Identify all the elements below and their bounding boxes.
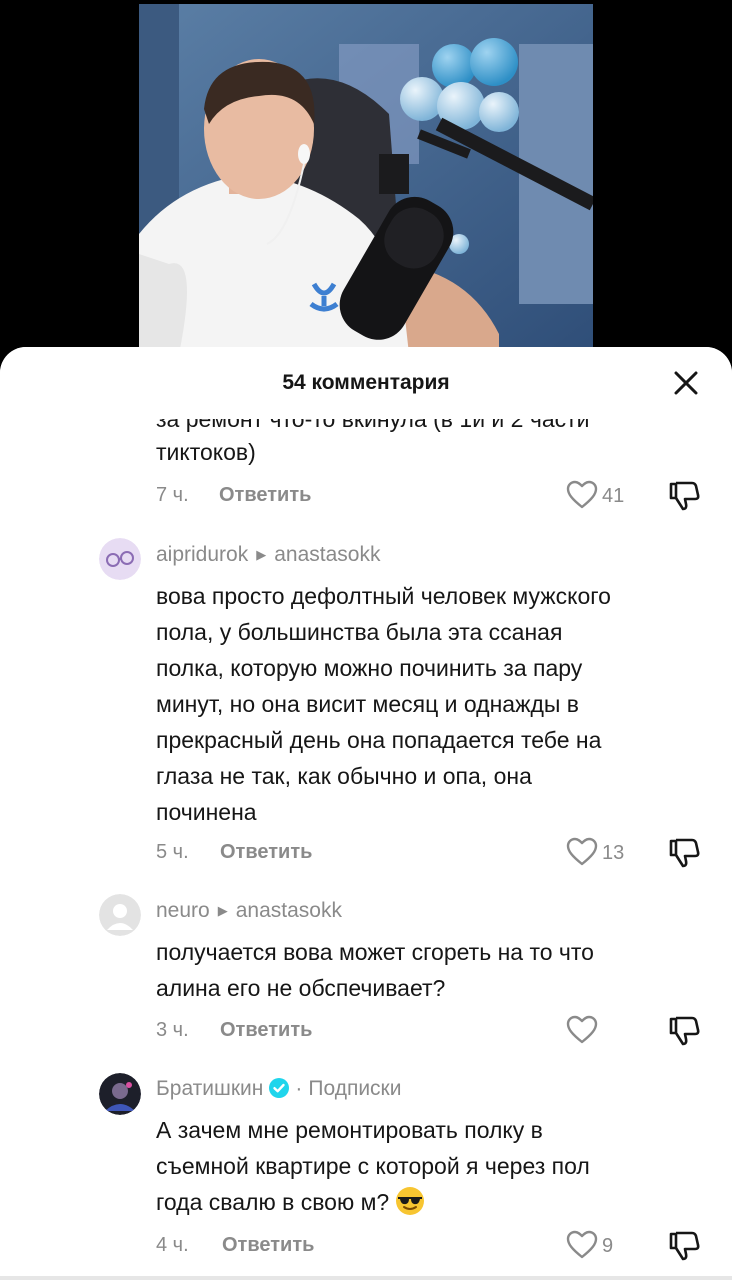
- avatar-photo: [99, 1073, 141, 1115]
- like-button[interactable]: [566, 480, 598, 510]
- comment-text: А зачем мне ремонтировать полку в съемно…: [156, 1117, 590, 1216]
- comment-username[interactable]: aipridurok: [156, 543, 248, 566]
- comment-time: 5 ч.: [156, 841, 189, 863]
- comment-header: Братишкин · Подписки: [156, 1077, 401, 1101]
- heart-icon: [566, 1015, 598, 1044]
- relation-label: Подписки: [308, 1077, 402, 1100]
- comments-header: 54 комментария: [0, 347, 732, 419]
- comment-text: вова просто дефолтный человек мужского п…: [156, 583, 611, 825]
- close-button[interactable]: [672, 369, 700, 397]
- heart-icon: [566, 837, 598, 866]
- reply-button[interactable]: Ответить: [219, 484, 311, 507]
- separator-dot: ·: [295, 1077, 303, 1100]
- default-avatar-icon: [99, 894, 141, 936]
- dislike-button[interactable]: [668, 1015, 702, 1047]
- dislike-button[interactable]: [668, 480, 702, 512]
- comment-meta: 3 ч. Ответить: [156, 1015, 716, 1047]
- heart-icon: [566, 1230, 598, 1259]
- like-count: 9: [602, 1235, 614, 1257]
- comment-meta: 7 ч. Ответить 41: [156, 480, 716, 512]
- avatar[interactable]: [99, 1073, 141, 1115]
- close-icon: [674, 371, 698, 395]
- reply-to-username[interactable]: anastasokk: [236, 899, 342, 922]
- reply-button[interactable]: Ответить: [220, 1019, 312, 1042]
- comment-header: aipridurok ▶ anastasokk: [156, 543, 380, 567]
- video-frame-image: [139, 4, 593, 354]
- avatar[interactable]: [99, 894, 141, 936]
- comments-count-title: 54 комментария: [282, 371, 450, 394]
- reply-arrow-icon: ▶: [256, 547, 267, 562]
- comment-time: 3 ч.: [156, 1019, 189, 1041]
- like-count: 13: [602, 842, 625, 864]
- dislike-button[interactable]: [668, 1230, 702, 1262]
- like-button[interactable]: [566, 1015, 598, 1045]
- reply-button[interactable]: Ответить: [220, 841, 312, 864]
- video-player[interactable]: [139, 4, 593, 354]
- bottom-divider: [0, 1276, 732, 1280]
- thumbs-down-icon: [669, 1231, 700, 1261]
- like-button[interactable]: [566, 837, 598, 867]
- comment-meta: 4 ч. Ответить 9: [156, 1230, 716, 1262]
- thumbs-down-icon: [669, 838, 700, 868]
- comment-time: 7 ч.: [156, 484, 189, 506]
- reply-to-username[interactable]: anastasokk: [274, 543, 380, 566]
- comment-username[interactable]: neuro: [156, 899, 210, 922]
- dislike-button[interactable]: [668, 837, 702, 869]
- avatar-glasses-icon: [99, 538, 141, 580]
- thumbs-down-icon: [669, 481, 700, 511]
- thumbs-down-icon: [669, 1016, 700, 1046]
- like-button[interactable]: [566, 1230, 598, 1260]
- comment-text: тиктоков): [156, 439, 256, 465]
- reply-button[interactable]: Ответить: [222, 1234, 314, 1257]
- heart-icon: [566, 480, 598, 509]
- verified-badge-icon: [269, 1078, 290, 1098]
- like-count: 41: [602, 485, 625, 507]
- sunglasses-emoji-icon: [395, 1186, 425, 1216]
- comment-time: 4 ч.: [156, 1234, 189, 1256]
- comment-text: получается вова может сгореть на то что …: [156, 939, 594, 1001]
- avatar[interactable]: [99, 538, 141, 580]
- comment-header: neuro ▶ anastasokk: [156, 899, 342, 923]
- comment-username[interactable]: Братишкин: [156, 1077, 263, 1100]
- reply-arrow-icon: ▶: [217, 903, 228, 918]
- comment-meta: 5 ч. Ответить 13: [156, 837, 716, 869]
- comments-sheet: за ремонт что-то вкинула (в 1й и 2 части…: [0, 347, 732, 1280]
